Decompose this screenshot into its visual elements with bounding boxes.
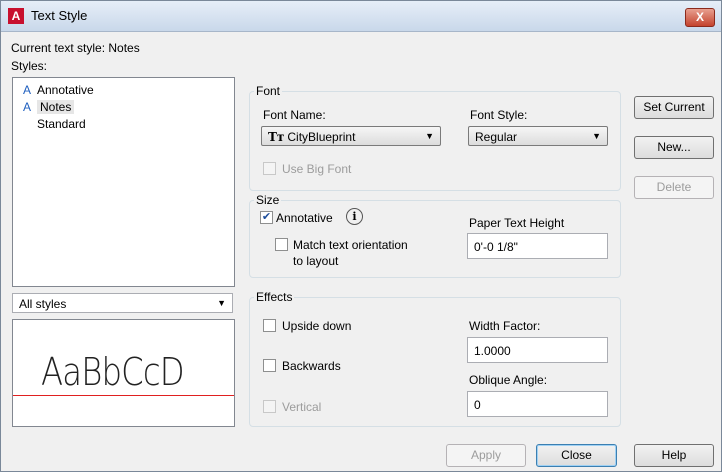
info-icon-glyph: i — [346, 208, 363, 225]
vertical-label: Vertical — [282, 400, 322, 414]
current-style-label: Current text style: — [11, 41, 106, 55]
font-style-dropdown[interactable]: Regular ▼ — [468, 126, 608, 146]
width-factor-value: 1.0000 — [474, 344, 511, 358]
match-orientation-label: Match text orientation to layout — [293, 238, 408, 268]
chevron-down-icon: ▼ — [592, 131, 601, 141]
annotative-icon: A — [23, 100, 32, 114]
truetype-font-icon: Tт — [268, 130, 285, 144]
chevron-down-icon: ▼ — [425, 131, 434, 141]
annotative-label: Annotative — [276, 211, 333, 225]
styles-filter-value: All styles — [19, 297, 67, 311]
close-button[interactable]: Close — [536, 444, 617, 467]
paper-text-height-input[interactable]: 0'-0 1/8" — [467, 233, 608, 259]
upside-down-checkbox[interactable] — [263, 319, 276, 332]
use-big-font-checkbox[interactable] — [263, 162, 276, 175]
font-name-value: Tт CityBlueprint — [268, 130, 355, 144]
effects-group-title: Effects — [254, 290, 295, 304]
list-item[interactable]: A Notes — [23, 99, 75, 116]
oblique-angle-input[interactable]: 0 — [467, 391, 608, 417]
preview-baseline — [13, 395, 234, 396]
size-group-title: Size — [254, 193, 282, 207]
apply-button[interactable]: Apply — [446, 444, 526, 467]
current-style-line: Current text style: Notes — [11, 41, 140, 55]
title-bar[interactable]: A Text Style X — [1, 1, 721, 32]
match-orientation-checkbox[interactable] — [275, 238, 288, 251]
list-item-label: Annotative — [37, 83, 94, 97]
font-name-text: CityBlueprint — [287, 130, 356, 144]
styles-list[interactable]: A Annotative A Notes Standard — [12, 77, 235, 287]
backwards-checkbox[interactable] — [263, 359, 276, 372]
upside-down-label: Upside down — [282, 319, 352, 333]
checkmark-icon: ✔ — [261, 211, 272, 223]
width-factor-input[interactable]: 1.0000 — [467, 337, 608, 363]
preview-text: AaBbCcD — [41, 350, 185, 394]
list-item-label: Notes — [37, 100, 75, 114]
new-style-button[interactable]: New... — [634, 136, 714, 159]
oblique-angle-value: 0 — [474, 398, 481, 412]
oblique-angle-label: Oblique Angle: — [469, 373, 548, 387]
styles-filter-dropdown[interactable]: All styles ▼ — [12, 293, 233, 313]
list-item-label: Standard — [37, 117, 86, 131]
list-item[interactable]: A Annotative — [23, 82, 94, 99]
font-style-value: Regular — [475, 130, 518, 144]
font-name-label: Font Name: — [263, 108, 326, 122]
font-style-label: Font Style: — [470, 108, 528, 122]
styles-label: Styles: — [11, 59, 48, 73]
font-group-title: Font — [254, 84, 283, 98]
autocad-app-icon: A — [8, 8, 24, 24]
paper-text-height-value: 0'-0 1/8" — [474, 240, 518, 254]
annotative-checkbox[interactable]: ✔ — [260, 211, 273, 224]
set-current-button[interactable]: Set Current — [634, 96, 714, 119]
vertical-checkbox[interactable] — [263, 400, 276, 413]
backwards-label: Backwards — [282, 359, 341, 373]
list-item[interactable]: Standard — [23, 116, 86, 133]
close-window-button[interactable]: X — [685, 8, 715, 27]
annotative-icon: A — [23, 83, 32, 97]
close-icon: X — [695, 10, 704, 24]
paper-text-height-label: Paper Text Height — [469, 216, 565, 230]
match-orientation-label-line1: Match text orientation — [293, 238, 408, 252]
window-title: Text Style — [31, 8, 88, 23]
current-style-value: Notes — [108, 41, 140, 55]
font-name-dropdown[interactable]: Tт CityBlueprint ▼ — [261, 126, 441, 146]
help-button[interactable]: Help — [634, 444, 714, 467]
chevron-down-icon: ▼ — [217, 298, 226, 308]
width-factor-label: Width Factor: — [469, 319, 541, 333]
match-orientation-label-line2: to layout — [293, 254, 339, 268]
text-style-dialog: A Text Style X Current text style: Notes… — [0, 0, 722, 472]
use-big-font-label: Use Big Font — [282, 162, 352, 176]
delete-button[interactable]: Delete — [634, 176, 714, 199]
info-icon[interactable]: i — [346, 208, 363, 225]
preview-box: AaBbCcD — [12, 319, 235, 427]
